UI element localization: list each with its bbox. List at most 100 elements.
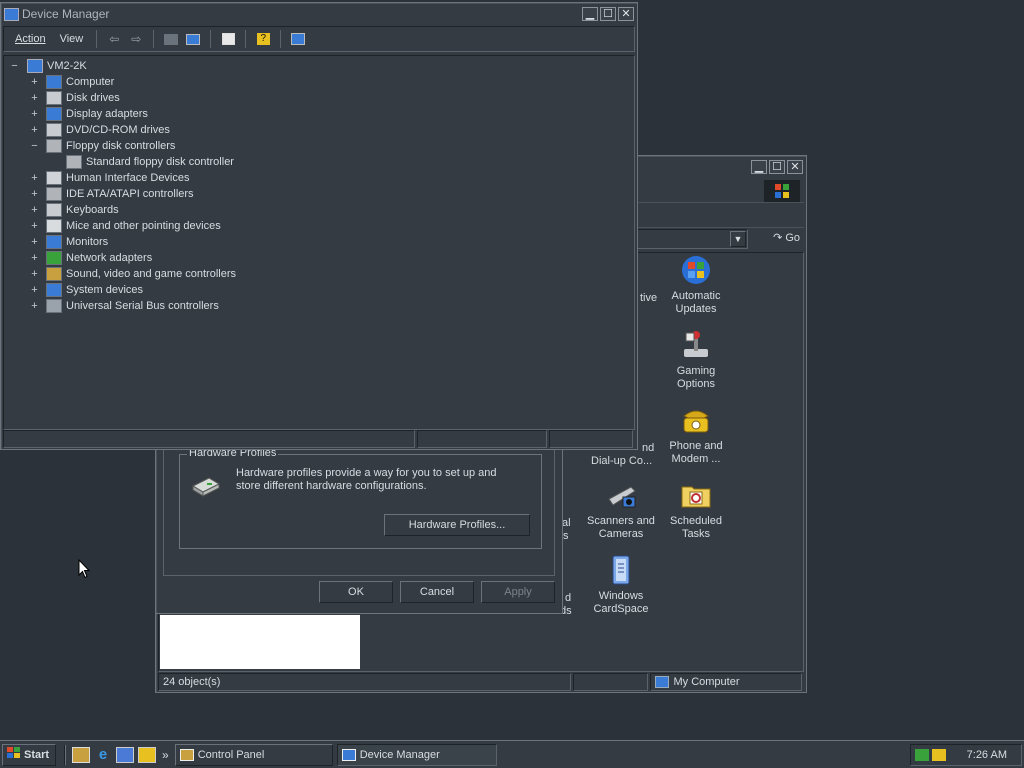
device-manager-titlebar[interactable]: Device Manager ▁ ☐ ✕ [1,3,637,25]
close-button[interactable]: ✕ [618,7,634,21]
tree-node-label: Monitors [66,236,109,248]
keyboard-icon [46,203,62,217]
show-desktop-icon[interactable] [72,746,90,763]
icon-label: Scanners and [587,515,655,527]
icon-label: Gaming [676,365,716,377]
expand-icon[interactable]: + [30,92,39,104]
partial-label: Dial-up Co... [591,455,653,467]
expand-icon[interactable]: + [30,204,39,216]
quicklaunch-chevron[interactable]: » [162,748,169,762]
object-count: 24 object(s) [158,673,571,691]
network-tray-icon[interactable] [915,749,929,761]
security-tray-icon[interactable] [932,749,946,761]
status-pane-3 [549,430,633,448]
maximize-button[interactable]: ☐ [769,160,785,174]
expand-icon[interactable]: + [30,172,39,184]
windows-cardspace-item[interactable]: Windows CardSpace [581,554,661,616]
go-button[interactable]: ↷ Go [773,231,800,245]
status-location: My Computer [650,673,802,691]
tree-node[interactable]: + Human Interface Devices [31,170,190,186]
icon-label: Options [677,378,715,390]
mouse-icon [46,219,62,233]
phone-modem-item[interactable]: Phone and Modem ... [656,404,736,466]
scan-hardware-icon[interactable] [288,30,308,48]
expand-icon[interactable]: + [30,300,39,312]
start-button[interactable]: Start [2,743,56,766]
tree-node[interactable]: + Disk drives [31,90,120,106]
taskbar-device-manager[interactable]: Device Manager [336,743,497,766]
tree-node-label: System devices [66,284,144,296]
folder-icon[interactable] [161,30,181,48]
menu-action[interactable]: Action [8,33,53,45]
tree-node[interactable]: + DVD/CD-ROM drives [31,122,170,138]
expand-icon[interactable]: + [30,236,39,248]
hid-icon [46,171,62,185]
expand-icon[interactable]: + [30,76,39,88]
expand-icon[interactable]: + [30,252,39,264]
system-tray: 7:26 AM [910,744,1022,766]
my-computer-icon [655,676,670,688]
expand-icon[interactable]: + [30,108,39,120]
outlook-express-icon[interactable] [116,746,134,763]
tree-node-label: Human Interface Devices [66,172,190,184]
icon-label: Cameras [598,528,644,540]
tree-node-label: Sound, video and game controllers [66,268,236,280]
expand-icon[interactable]: + [30,188,39,200]
back-arrow-icon[interactable]: ⇦ [104,30,124,48]
expand-icon[interactable]: + [30,124,39,136]
apply-button[interactable]: Apply [481,581,555,603]
tree-root[interactable]: − VM2-2K [10,58,87,74]
close-button[interactable]: ✕ [787,160,803,174]
tree-node[interactable]: + Network adapters [31,250,153,266]
properties-pane-icon[interactable] [183,30,203,48]
collapse-icon[interactable]: − [10,60,19,72]
help-icon[interactable]: ? [253,30,273,48]
tree-node[interactable]: + Monitors [31,234,109,250]
usb-icon [46,299,62,313]
tree-node[interactable]: + Mice and other pointing devices [31,218,221,234]
internet-explorer-icon[interactable]: e [94,746,112,763]
menu-view[interactable]: View [53,33,91,45]
tree-node[interactable]: + IDE ATA/ATAPI controllers [31,186,194,202]
tree-node[interactable]: + Sound, video and game controllers [31,266,236,282]
menu-toolbar: Action View ⇦ ⇨ ? [3,26,635,52]
maximize-button[interactable]: ☐ [600,7,616,21]
tree-node-label: Network adapters [66,252,153,264]
expand-icon[interactable]: + [30,220,39,232]
partial-label: d [565,592,572,604]
tree-node[interactable]: + Display adapters [31,106,148,122]
tree-node-label: Disk drives [66,92,120,104]
tree-node[interactable]: + Computer [31,74,114,90]
taskbar-control-panel[interactable]: Control Panel [174,743,333,766]
windows-explorer-icon[interactable] [138,746,156,763]
tree-node[interactable]: + Universal Serial Bus controllers [31,298,219,314]
icon-label: Phone and [669,440,723,452]
system-devices-icon [46,283,62,297]
tree-node[interactable]: + Keyboards [31,202,119,218]
gaming-options-item[interactable]: Gaming Options [656,329,736,391]
tree-node[interactable]: + System devices [31,282,144,298]
address-dropdown-button[interactable]: ▼ [730,231,746,247]
expand-icon[interactable]: + [30,284,39,296]
automatic-updates-item[interactable]: Automatic Updates [656,254,736,316]
system-properties-dialog: Hardware Profiles Hardware profiles prov… [155,440,563,614]
collapse-icon[interactable]: − [30,140,39,152]
ok-button[interactable]: OK [319,581,393,603]
forward-arrow-icon[interactable]: ⇨ [126,30,146,48]
properties-icon[interactable] [218,30,238,48]
computer-icon [46,75,62,89]
clock[interactable]: 7:26 AM [967,749,1007,761]
scanners-cameras-item[interactable]: Scanners and Cameras [581,479,661,541]
tree-root-label: VM2-2K [47,60,87,72]
go-label: Go [785,231,800,244]
minimize-button[interactable]: ▁ [751,160,767,174]
toolbar-separator [210,30,212,48]
hardware-profiles-button[interactable]: Hardware Profiles... [384,514,530,536]
tree-node[interactable]: Standard floppy disk controller [66,154,234,170]
cancel-button[interactable]: Cancel [400,581,474,603]
hardware-profiles-description: Hardware profiles provide a way for you … [236,467,497,492]
scheduled-tasks-item[interactable]: Scheduled Tasks [656,479,736,541]
tree-node[interactable]: − Floppy disk controllers [31,138,175,154]
minimize-button[interactable]: ▁ [582,7,598,21]
expand-icon[interactable]: + [30,268,39,280]
